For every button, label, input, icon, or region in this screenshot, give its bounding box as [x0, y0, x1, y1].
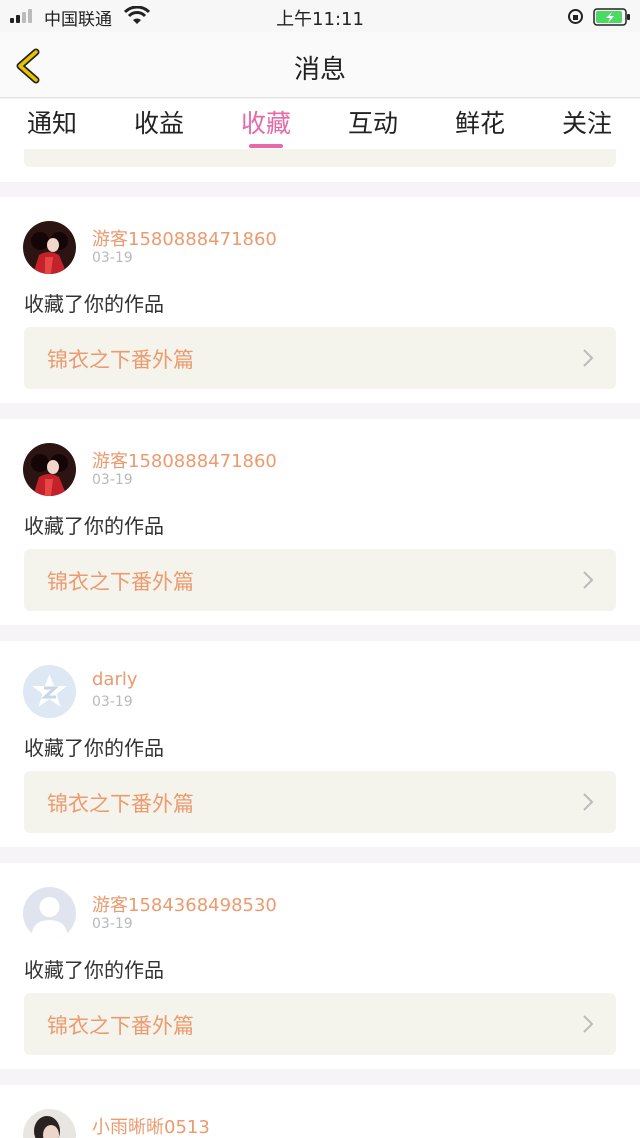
- qzone-star-icon: [23, 665, 76, 718]
- message-date: 03-19: [92, 916, 133, 932]
- navigation-bar: 消息: [0, 32, 640, 98]
- user-name[interactable]: 小雨晰晰0513: [92, 1113, 210, 1138]
- tab-label: 通知: [26, 109, 77, 138]
- chevron-right-icon: [583, 571, 594, 589]
- tab-interactions[interactable]: 互动: [318, 104, 428, 140]
- status-time: 上午11:11: [276, 9, 364, 30]
- tab-label: 收藏: [240, 109, 291, 138]
- action-text: 收藏了你的作品: [24, 958, 164, 982]
- costume-avatar-image: [23, 221, 76, 274]
- chevron-right-icon: [583, 349, 594, 367]
- page-title: 消息: [293, 55, 346, 85]
- message-card: 游客1580888471860 03-19 收藏了你的作品 锦衣之下番外篇: [0, 197, 640, 403]
- user-name[interactable]: 游客1580888471860: [92, 447, 277, 473]
- user-name[interactable]: darly: [92, 669, 138, 690]
- tab-bar: 通知 收益 收藏 互动 鲜花 关注: [0, 99, 640, 149]
- tab-favorites[interactable]: 收藏: [211, 104, 321, 148]
- rotation-lock-icon: [568, 9, 583, 24]
- message-date: 03-19: [92, 250, 133, 266]
- chevron-right-icon: [583, 1015, 594, 1033]
- avatar[interactable]: [23, 221, 76, 274]
- message-card-partial: [0, 149, 640, 182]
- work-title: 锦衣之下番外篇: [47, 348, 194, 372]
- tab-flowers[interactable]: 鲜花: [425, 104, 535, 140]
- message-card: 小雨晰晰0513: [0, 1085, 640, 1138]
- action-text: 收藏了你的作品: [24, 292, 164, 316]
- active-tab-indicator: [249, 144, 283, 148]
- message-date: 03-19: [92, 472, 133, 488]
- message-card: 游客1584368498530 03-19 收藏了你的作品 锦衣之下番外篇: [0, 863, 640, 1069]
- action-text: 收藏了你的作品: [24, 514, 164, 538]
- avatar[interactable]: [23, 887, 76, 940]
- user-name[interactable]: 游客1584368498530: [92, 891, 277, 917]
- work-title: 锦衣之下番外篇: [47, 570, 194, 594]
- work-title: 锦衣之下番外篇: [47, 1014, 194, 1038]
- tab-following[interactable]: 关注: [532, 104, 640, 140]
- avatar[interactable]: [23, 665, 76, 718]
- message-card: 游客1580888471860 03-19 收藏了你的作品 锦衣之下番外篇: [0, 419, 640, 625]
- work-title: 锦衣之下番外篇: [47, 792, 194, 816]
- message-date: 03-19: [92, 694, 133, 710]
- work-link[interactable]: 锦衣之下番外篇: [24, 993, 616, 1055]
- tab-notifications[interactable]: 通知: [0, 104, 107, 140]
- costume-avatar-image: [23, 443, 76, 496]
- status-bar: 中国联通 上午11:11: [0, 0, 640, 32]
- tab-label: 互动: [347, 109, 398, 138]
- tab-label: 鲜花: [454, 109, 505, 138]
- default-user-icon: [23, 887, 76, 940]
- tab-label: 关注: [561, 109, 612, 138]
- work-link-partial[interactable]: [24, 149, 616, 167]
- tab-earnings[interactable]: 收益: [104, 104, 214, 140]
- work-link[interactable]: 锦衣之下番外篇: [24, 771, 616, 833]
- work-link[interactable]: 锦衣之下番外篇: [24, 327, 616, 389]
- message-card: darly 03-19 收藏了你的作品 锦衣之下番外篇: [0, 641, 640, 847]
- action-text: 收藏了你的作品: [24, 736, 164, 760]
- user-name[interactable]: 游客1580888471860: [92, 225, 277, 251]
- work-link[interactable]: 锦衣之下番外篇: [24, 549, 616, 611]
- chevron-right-icon: [583, 793, 594, 811]
- avatar[interactable]: [23, 1109, 76, 1138]
- tab-label: 收益: [133, 109, 184, 138]
- avatar[interactable]: [23, 443, 76, 496]
- battery-icon: [593, 8, 630, 26]
- photo-avatar-image: [23, 1109, 76, 1138]
